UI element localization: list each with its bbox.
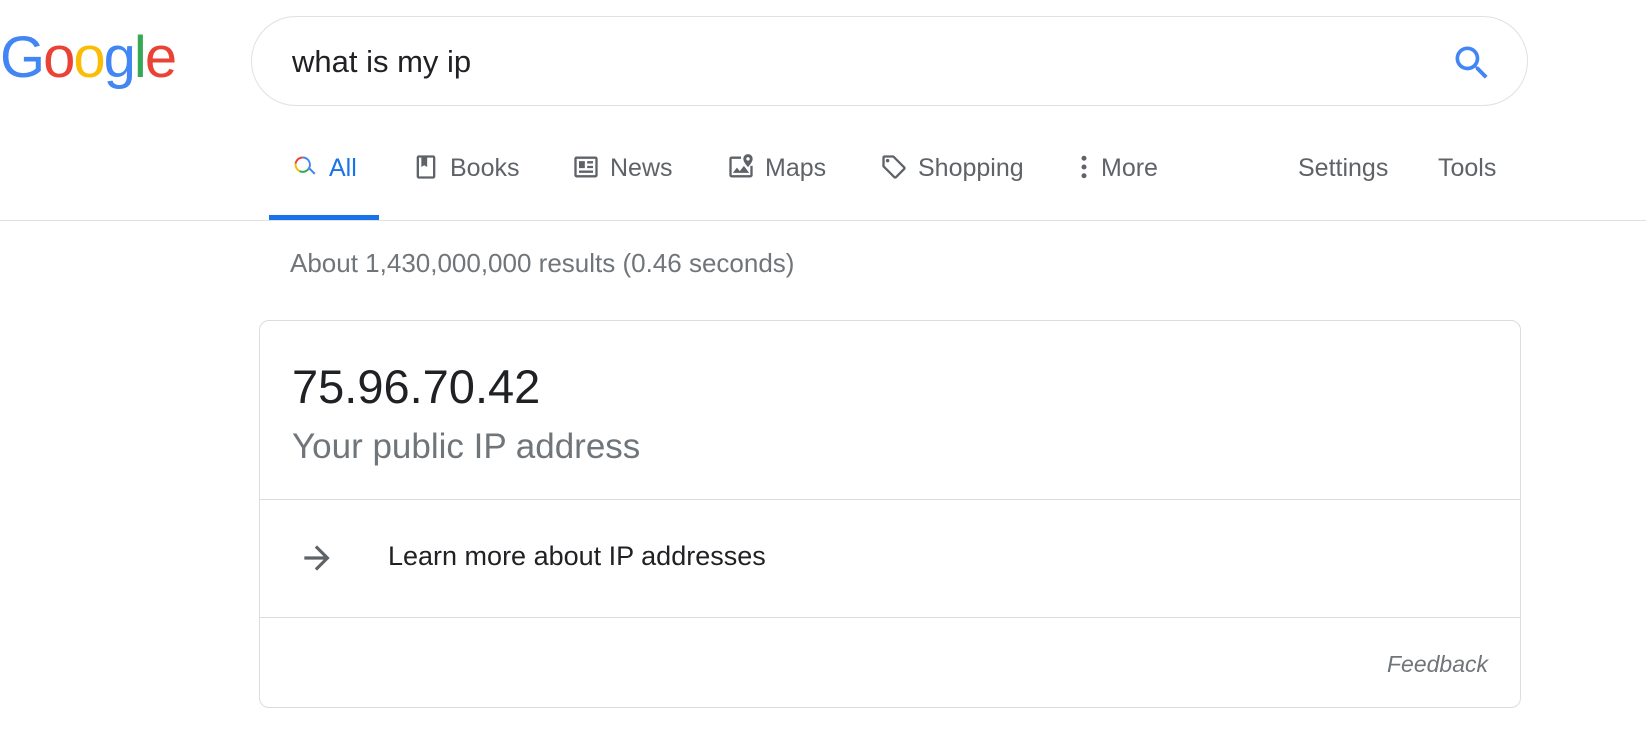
tab-more-label: More [1101, 154, 1158, 182]
tools-link[interactable]: Tools [1438, 152, 1496, 184]
tab-more[interactable]: More [1055, 152, 1180, 220]
search-button[interactable] [1450, 41, 1494, 85]
tag-icon [882, 155, 906, 179]
search-input[interactable] [292, 39, 1392, 85]
book-icon [416, 155, 436, 179]
logo-letter: o [43, 25, 75, 90]
search-box [251, 16, 1528, 106]
result-stats: About 1,430,000,000 results (0.46 second… [290, 248, 795, 278]
ip-answer-card: 75.96.70.42 Your public IP address Learn… [259, 320, 1521, 708]
card-divider [260, 617, 1520, 618]
search-icon [1455, 46, 1488, 79]
search-results-page: Google All Books [0, 0, 1646, 735]
logo-letter: g [103, 25, 136, 90]
tab-all[interactable]: All [269, 152, 379, 220]
tab-books-label: Books [450, 154, 520, 182]
tab-shopping-label: Shopping [918, 154, 1024, 182]
tab-maps-label: Maps [765, 154, 827, 182]
feedback-link[interactable]: Feedback [1387, 651, 1488, 678]
tab-news-label: News [610, 154, 673, 182]
tab-books[interactable]: Books [390, 152, 541, 220]
tab-shopping[interactable]: Shopping [858, 152, 1046, 220]
ip-address-subtitle: Your public IP address [292, 427, 641, 466]
tab-all-label: All [329, 154, 357, 182]
learn-more-link[interactable]: Learn more about IP addresses [260, 499, 1520, 617]
logo-letter: o [73, 25, 105, 90]
settings-link[interactable]: Settings [1298, 152, 1388, 184]
learn-more-label: Learn more about IP addresses [388, 541, 766, 571]
map-icon [729, 154, 753, 178]
tab-news[interactable]: News [550, 152, 695, 220]
logo-letter: G [0, 25, 45, 90]
google-logo[interactable]: Google [0, 25, 177, 90]
tab-maps[interactable]: Maps [705, 152, 848, 220]
logo-letter: l [133, 25, 147, 90]
arrow-right-icon [304, 545, 330, 571]
more-vert-icon [1081, 155, 1087, 179]
news-icon [574, 156, 598, 178]
logo-letter: e [144, 25, 177, 90]
all-search-icon [294, 156, 316, 175]
ip-address-value: 75.96.70.42 [292, 360, 541, 413]
search-tabs: All Books News Maps Shopping More Settin… [0, 130, 1646, 221]
